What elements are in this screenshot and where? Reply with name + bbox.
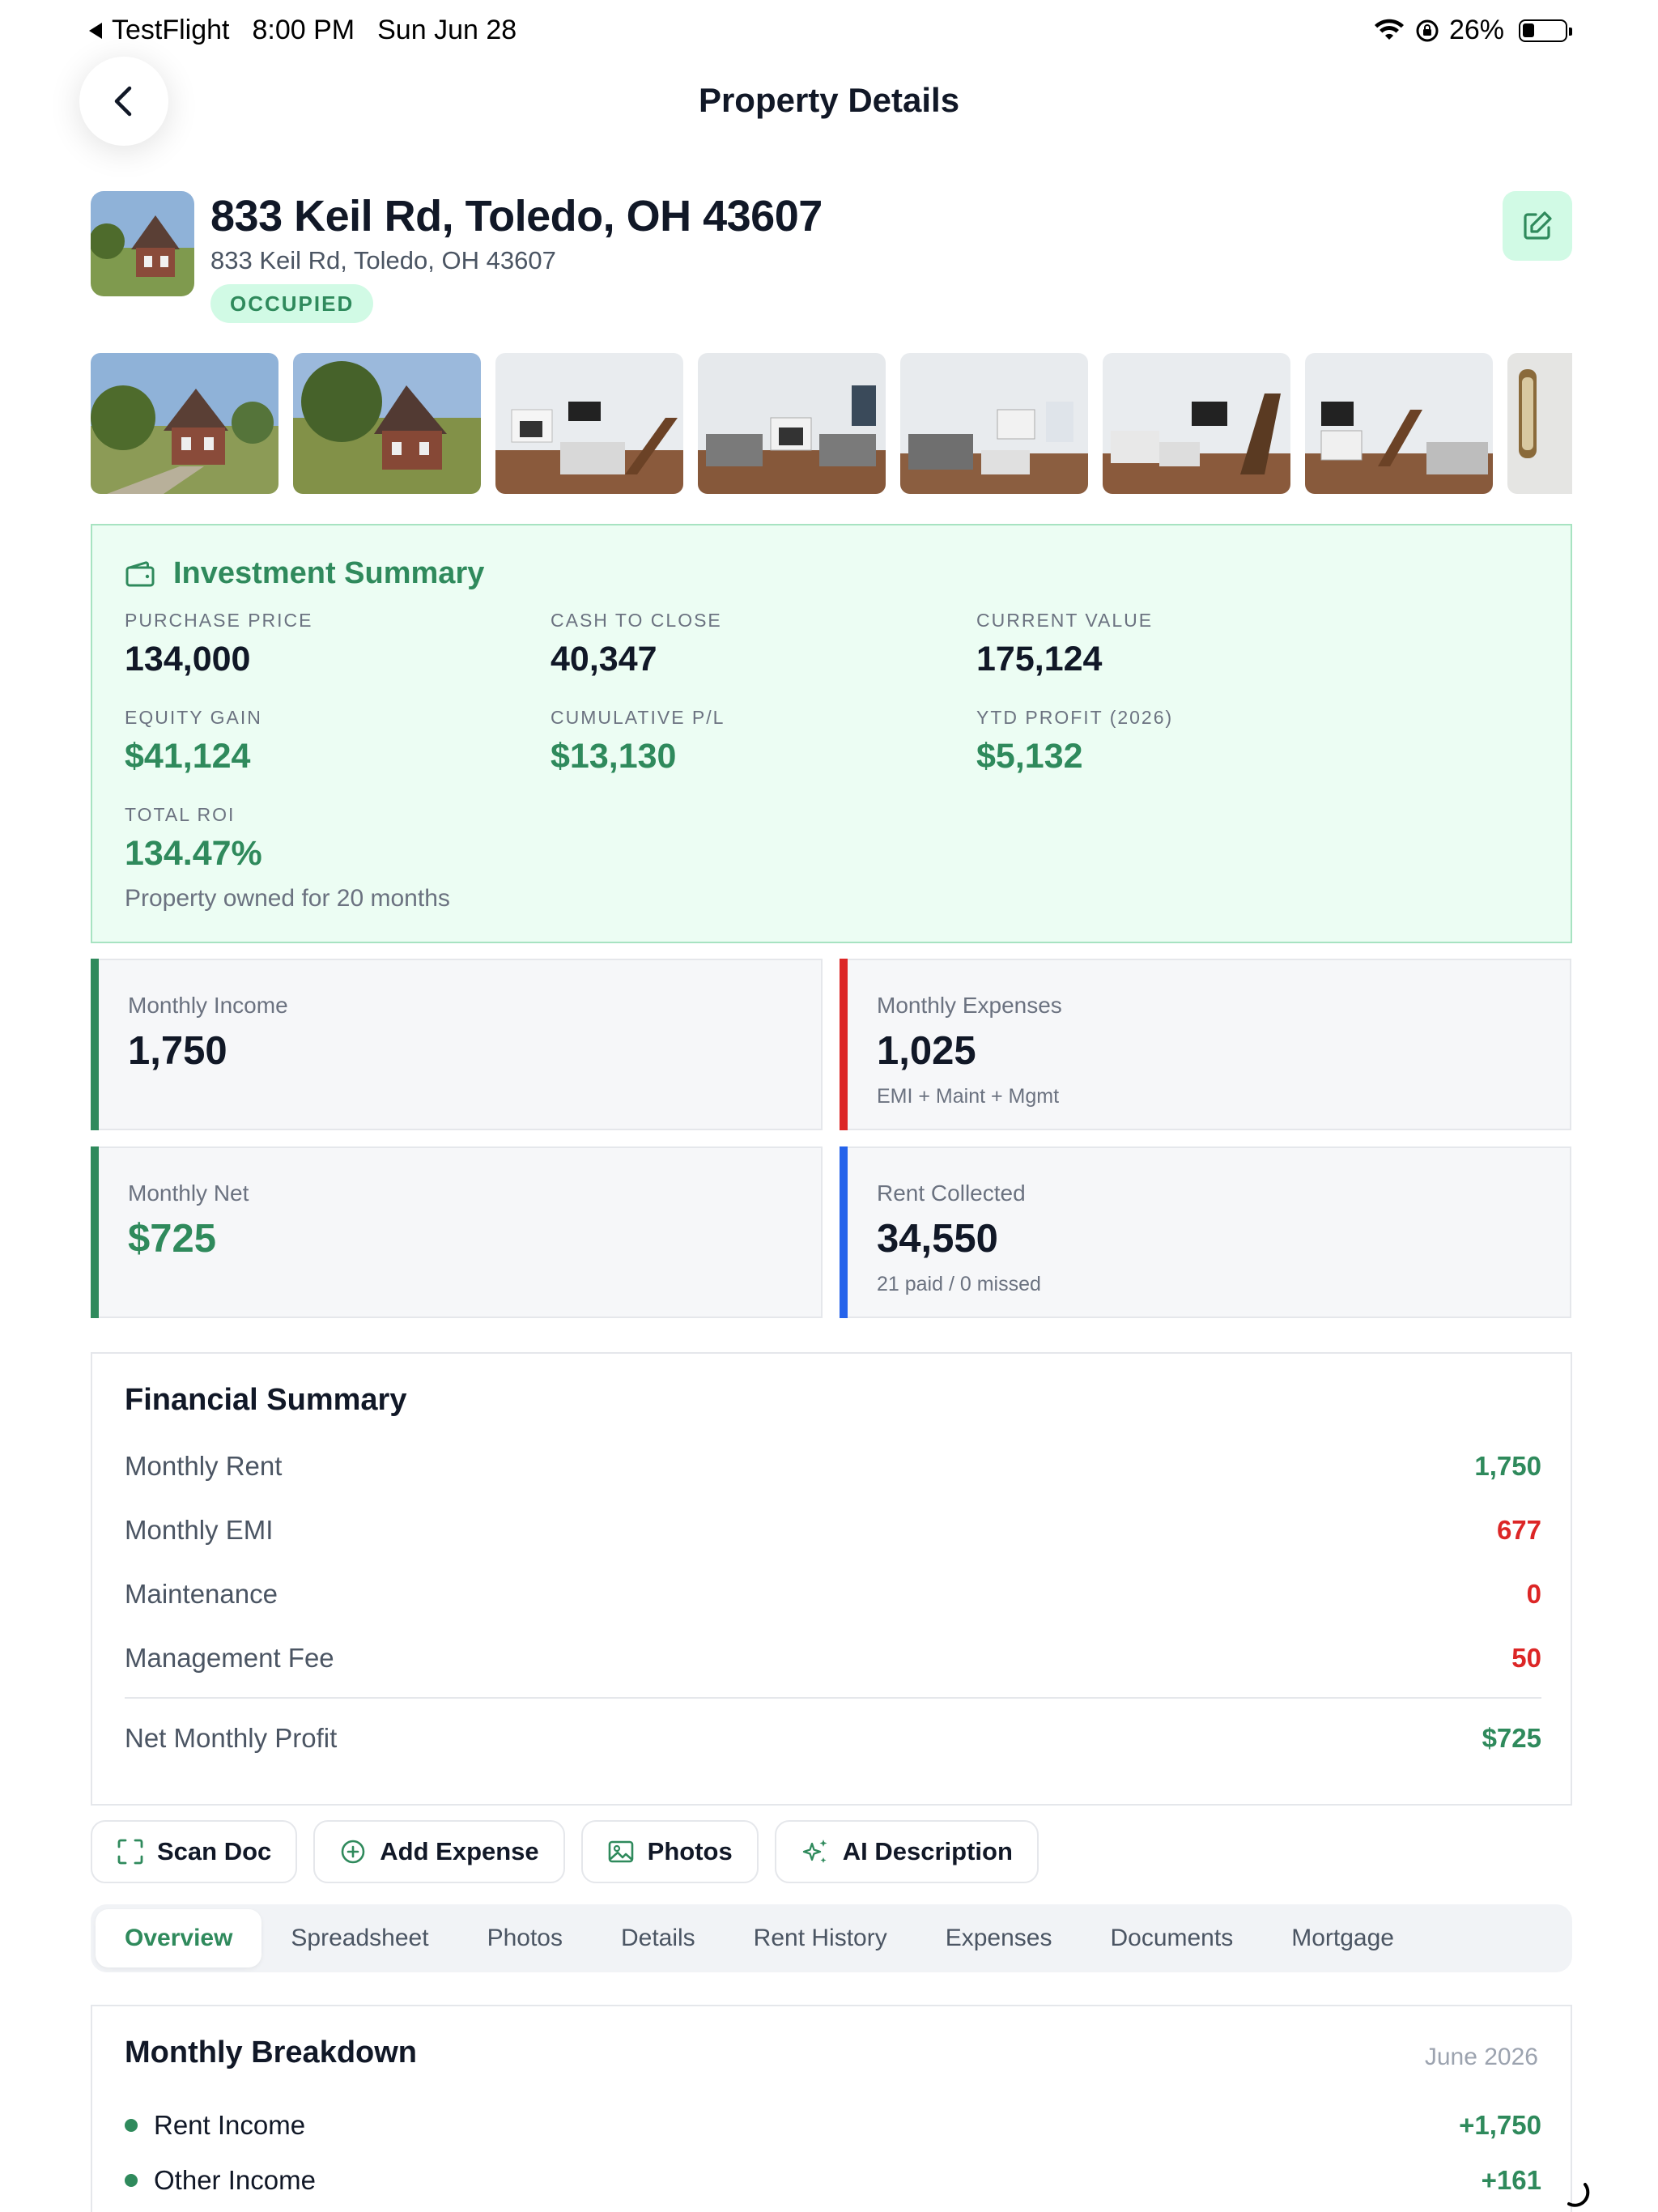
- sparkles-icon: [802, 1840, 827, 1863]
- kpi-accent-bar: [840, 1146, 848, 1318]
- tab-details[interactable]: Details: [592, 1909, 725, 1967]
- gallery-photo[interactable]: [698, 353, 886, 494]
- image-icon: [608, 1840, 633, 1863]
- scan-doc-button[interactable]: Scan Doc: [91, 1820, 298, 1883]
- action-buttons: Scan Doc Add Expense Photos AI Descripti…: [91, 1820, 1039, 1883]
- gallery-photo[interactable]: [1103, 353, 1290, 494]
- gallery-photo[interactable]: [1305, 353, 1493, 494]
- wifi-icon: [1374, 19, 1404, 40]
- gallery-photo[interactable]: [1507, 353, 1572, 494]
- gallery-photo[interactable]: [91, 353, 278, 494]
- add-expense-button[interactable]: Add Expense: [313, 1820, 565, 1883]
- kpi-monthly-income: Monthly Income 1,750: [91, 959, 823, 1130]
- kpi-accent-bar: [91, 959, 99, 1130]
- scan-icon: [117, 1839, 143, 1865]
- back-to-app-label[interactable]: TestFlight: [112, 15, 230, 46]
- tab-spreadsheet[interactable]: Spreadsheet: [261, 1909, 457, 1967]
- plus-circle-icon: [341, 1840, 365, 1864]
- metric-cash-to-close: CASH TO CLOSE 40,347: [551, 610, 722, 678]
- financial-summary-card: Financial Summary Monthly Rent 1,750 Mon…: [91, 1352, 1572, 1806]
- status-bar: TestFlight 8:00 PM Sun Jun 28 26%: [0, 0, 1658, 60]
- kpi-rent-collected: Rent Collected 34,550 21 paid / 0 missed: [840, 1146, 1571, 1318]
- photos-button[interactable]: Photos: [580, 1820, 759, 1883]
- status-time: 8:00 PM: [252, 15, 355, 45]
- investment-summary-title: Investment Summary: [173, 556, 485, 590]
- monthly-breakdown-date: June 2026: [1424, 2044, 1538, 2070]
- battery-icon: [1519, 19, 1572, 42]
- financial-summary-title: Financial Summary: [125, 1383, 407, 1417]
- status-bar-left: TestFlight 8:00 PM Sun Jun 28: [89, 15, 517, 46]
- financial-row-maintenance: Maintenance 0: [125, 1579, 1541, 1609]
- kpi-accent-bar: [840, 959, 848, 1130]
- metric-ytd-profit: YTD PROFIT (2026) $5,132: [976, 707, 1174, 776]
- tab-bar: Overview Spreadsheet Photos Details Rent…: [91, 1904, 1572, 1972]
- financial-row-net-profit: Net Monthly Profit $725: [125, 1723, 1541, 1753]
- financial-row-monthly-emi: Monthly EMI 677: [125, 1515, 1541, 1545]
- tab-expenses[interactable]: Expenses: [916, 1909, 1082, 1967]
- bullet-dot: [125, 2174, 138, 2187]
- metric-cumulative-pl: CUMULATIVE P/L $13,130: [551, 707, 725, 776]
- kpi-accent-bar: [91, 1146, 99, 1318]
- edit-button[interactable]: [1503, 191, 1572, 261]
- investment-summary-header: Investment Summary: [125, 556, 484, 591]
- gallery-photo[interactable]: [293, 353, 481, 494]
- ai-description-button[interactable]: AI Description: [774, 1820, 1039, 1883]
- property-thumbnail[interactable]: [91, 191, 194, 296]
- divider: [125, 1697, 1541, 1699]
- tab-rent-history[interactable]: Rent History: [725, 1909, 916, 1967]
- property-address: 833 Keil Rd, Toledo, OH 43607: [210, 246, 556, 274]
- tab-photos[interactable]: Photos: [458, 1909, 592, 1967]
- loading-spinner-icon: [1567, 2183, 1590, 2207]
- metric-equity-gain: EQUITY GAIN $41,124: [125, 707, 262, 776]
- wallet-icon: [125, 560, 155, 586]
- kpi-monthly-net: Monthly Net $725: [91, 1146, 823, 1318]
- battery-percent: 26%: [1448, 15, 1504, 45]
- tab-documents[interactable]: Documents: [1081, 1909, 1262, 1967]
- status-badge: OCCUPIED: [210, 284, 374, 323]
- orientation-lock-icon: [1416, 19, 1439, 41]
- tab-overview[interactable]: Overview: [96, 1909, 262, 1967]
- back-to-app-icon[interactable]: [89, 22, 102, 39]
- metric-current-value: CURRENT VALUE 175,124: [976, 610, 1154, 678]
- tab-mortgage[interactable]: Mortgage: [1262, 1909, 1423, 1967]
- gallery-photo[interactable]: [495, 353, 683, 494]
- monthly-breakdown-title: Monthly Breakdown: [125, 2035, 418, 2069]
- financial-row-management-fee: Management Fee 50: [125, 1643, 1541, 1673]
- monthly-breakdown-card: Monthly Breakdown June 2026 Rent Income …: [91, 2005, 1572, 2212]
- status-date: Sun Jun 28: [377, 15, 517, 45]
- photo-gallery[interactable]: [91, 353, 1572, 494]
- page-title: Property Details: [698, 81, 960, 119]
- status-bar-right: 26%: [1373, 15, 1572, 46]
- kpi-monthly-expenses: Monthly Expenses 1,025 EMI + Maint + Mgm…: [840, 959, 1571, 1130]
- metric-total-roi: TOTAL ROI 134.47%: [125, 804, 262, 873]
- property-title: 833 Keil Rd, Toledo, OH 43607: [210, 192, 823, 240]
- breakdown-row-other-income: Other Income +161: [125, 2165, 1541, 2196]
- bullet-dot: [125, 2119, 138, 2132]
- financial-row-monthly-rent: Monthly Rent 1,750: [125, 1451, 1541, 1481]
- investment-summary-card: Investment Summary PURCHASE PRICE 134,00…: [91, 524, 1572, 943]
- breakdown-row-rent-income: Rent Income +1,750: [125, 2110, 1541, 2141]
- owned-duration-note: Property owned for 20 months: [125, 885, 450, 912]
- metric-purchase-price: PURCHASE PRICE 134,000: [125, 610, 313, 678]
- edit-icon: [1524, 211, 1552, 240]
- gallery-photo[interactable]: [900, 353, 1088, 494]
